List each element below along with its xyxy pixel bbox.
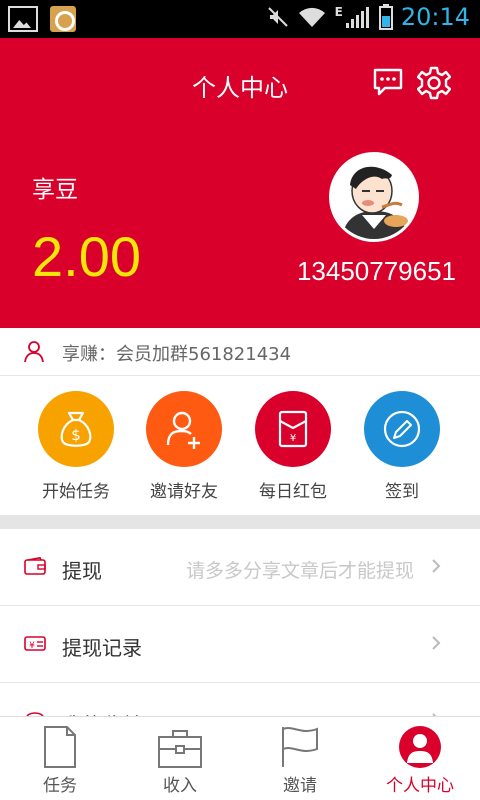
nav-label: 收入 [163,776,197,796]
action-label: 签到 [385,482,419,502]
battery-icon [378,4,393,30]
nav-label: 个人中心 [386,776,454,796]
yen-card-icon: ¥ [24,636,46,651]
balance-label: 享豆 [32,177,78,203]
status-time: 20:14 [400,3,470,31]
user-icon [399,726,441,768]
section-divider [0,515,480,529]
action-label: 每日红包 [259,482,327,502]
money-bag-icon: $ [38,391,114,467]
network-type: E [334,5,343,19]
bottom-nav: 任务 收入 邀请 个人中心 [0,716,480,800]
red-envelope-icon: ¥ [255,391,331,467]
briefcase-icon [158,730,202,768]
gallery-notification-icon [8,6,38,32]
mute-icon [267,7,288,27]
row-hint: 请多多分享文章后才能提现 [185,560,414,582]
add-user-icon [146,391,222,467]
wifi-icon [298,7,325,27]
chevron-right-icon [432,636,441,650]
avatar[interactable] [329,152,419,242]
signal-icon [345,7,369,28]
phone-number: 13450779651 [296,256,456,286]
balance-value: 2.00 [32,225,141,288]
svg-text:¥: ¥ [29,641,35,651]
check-in-button[interactable]: 签到 [347,391,457,502]
flag-icon [282,727,318,767]
nav-income[interactable]: 收入 [120,717,240,800]
document-icon [44,726,76,768]
nav-invite[interactable]: 邀请 [240,717,360,800]
wallet-icon [24,557,46,575]
row-label: 提现记录 [62,636,142,660]
action-label: 开始任务 [42,482,110,502]
chat-bubble-icon[interactable] [372,66,404,98]
notice-text: 享赚：会员加群561821434 [62,344,292,365]
withdraw-row[interactable]: 提现 请多多分享文章后才能提现 [0,529,480,606]
quick-actions: $ 开始任务 邀请好友 ¥ 每日红包 签到 [0,377,480,515]
app-notification-icon [50,6,76,32]
person-outline-icon [24,341,44,363]
nav-tasks[interactable]: 任务 [0,717,120,800]
start-task-button[interactable]: $ 开始任务 [21,391,131,502]
svg-text:¥: ¥ [290,433,296,444]
nav-label: 邀请 [283,776,317,796]
gear-icon[interactable] [417,66,451,100]
svg-text:$: $ [71,426,81,444]
status-bar: E 20:14 [0,0,480,38]
nav-profile[interactable]: 个人中心 [360,717,480,800]
avatar-illustration [332,155,416,239]
chevron-right-icon [432,559,441,573]
pencil-icon [364,391,440,467]
action-label: 邀请好友 [150,482,218,502]
invite-friends-button[interactable]: 邀请好友 [129,391,239,502]
row-label: 提现 [62,559,102,583]
group-notice: 享赚：会员加群561821434 [0,328,480,376]
withdraw-history-row[interactable]: ¥ 提现记录 [0,606,480,683]
profile-header: 个人中心 享豆 2.00 13450779651 [0,38,480,328]
nav-label: 任务 [43,776,77,796]
page-title: 个人中心 [192,74,288,102]
daily-red-envelope-button[interactable]: ¥ 每日红包 [238,391,348,502]
